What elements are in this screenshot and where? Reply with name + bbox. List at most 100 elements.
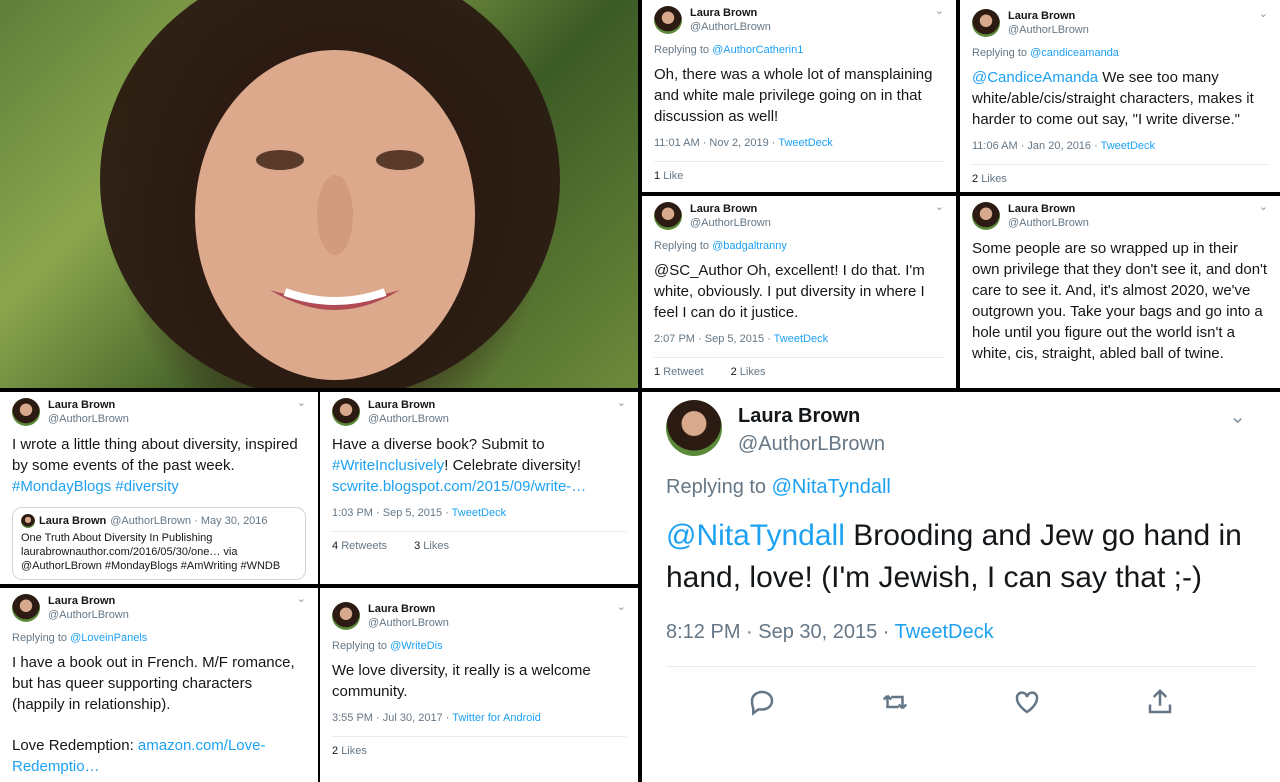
avatar[interactable] bbox=[654, 6, 682, 34]
author-handle[interactable]: @AuthorLBrown bbox=[690, 216, 771, 230]
tweet-card-3[interactable]: Laura Brown @AuthorLBrown ⌄ Replying to … bbox=[642, 196, 956, 388]
author-name[interactable]: Laura Brown bbox=[690, 6, 771, 20]
chevron-down-icon[interactable]: ⌄ bbox=[297, 396, 306, 409]
author-name[interactable]: Laura Brown bbox=[738, 402, 885, 430]
author-name[interactable]: Laura Brown bbox=[48, 594, 129, 608]
chevron-down-icon[interactable]: ⌄ bbox=[935, 4, 944, 17]
chevron-down-icon[interactable]: ⌄ bbox=[297, 592, 306, 605]
reply-to-link[interactable]: @NitaTyndall bbox=[772, 476, 891, 498]
likes-stat[interactable]: 1 Like bbox=[654, 170, 695, 182]
tweet-time[interactable]: 11:01 AM · Nov 2, 2019 · bbox=[654, 137, 778, 149]
author-handle[interactable]: @AuthorLBrown bbox=[48, 412, 129, 426]
avatar[interactable] bbox=[972, 202, 1000, 230]
tweet-meta: 3:55 PM · Jul 30, 2017 · Twitter for And… bbox=[332, 712, 626, 724]
tweet-source[interactable]: TweetDeck bbox=[452, 507, 506, 519]
avatar[interactable] bbox=[12, 594, 40, 622]
tweet-time[interactable]: 1:03 PM · Sep 5, 2015 · bbox=[332, 507, 452, 519]
author-name[interactable]: Laura Brown bbox=[690, 202, 771, 216]
mention-link[interactable]: @NitaTyndall bbox=[666, 519, 845, 552]
tweet-source[interactable]: TweetDeck bbox=[774, 333, 828, 345]
reply-prefix: Replying to bbox=[12, 632, 71, 644]
tweet-header: Laura Brown @AuthorLBrown ⌄ bbox=[654, 4, 944, 34]
tweet-card-4[interactable]: Laura Brown @AuthorLBrown ⌄ Some people … bbox=[960, 196, 1280, 388]
likes-label: Likes bbox=[423, 540, 449, 552]
tweet-actions bbox=[666, 667, 1256, 722]
tweet-card-6[interactable]: Laura Brown @AuthorLBrown ⌄ Have a diver… bbox=[320, 392, 638, 584]
reply-to-link[interactable]: @candiceamanda bbox=[1030, 47, 1119, 59]
heart-icon[interactable] bbox=[1012, 687, 1042, 722]
author-photo bbox=[0, 0, 638, 388]
tweet-card-2[interactable]: Laura Brown @AuthorLBrown ⌄ Replying to … bbox=[960, 0, 1280, 192]
tweet-meta: 2:07 PM · Sep 5, 2015 · TweetDeck bbox=[654, 333, 944, 345]
tweet-time[interactable]: 2:07 PM · Sep 5, 2015 · bbox=[654, 333, 774, 345]
chevron-down-icon[interactable]: ⌄ bbox=[935, 200, 944, 213]
avatar[interactable] bbox=[332, 398, 360, 426]
tweet-card-7[interactable]: Laura Brown @AuthorLBrown ⌄ Replying to … bbox=[0, 588, 318, 782]
retweets-stat[interactable]: 1 Retweet bbox=[654, 366, 716, 378]
reply-to-link[interactable]: @AuthorCatherin1 bbox=[712, 44, 803, 56]
quoted-tweet[interactable]: Laura Brown @AuthorLBrown · May 30, 2016… bbox=[12, 507, 306, 580]
author-name[interactable]: Laura Brown bbox=[368, 398, 449, 412]
tweet-source[interactable]: TweetDeck bbox=[778, 137, 832, 149]
tweet-time[interactable]: 8:12 PM · Sep 30, 2015 · bbox=[666, 621, 895, 643]
share-icon[interactable] bbox=[1145, 687, 1175, 722]
retweets-count: 1 bbox=[654, 366, 661, 378]
hashtag-link[interactable]: #WriteInclusively bbox=[332, 457, 444, 474]
tweet-time[interactable]: 3:55 PM · Jul 30, 2017 · bbox=[332, 712, 452, 724]
quoted-author-name: Laura Brown bbox=[39, 515, 107, 527]
likes-stat[interactable]: 2 Likes bbox=[731, 366, 778, 378]
author-handle[interactable]: @AuthorLBrown bbox=[1008, 23, 1089, 37]
mention-link[interactable]: @CandiceAmanda bbox=[972, 69, 1098, 86]
likes-label: Likes bbox=[341, 745, 367, 757]
chevron-down-icon[interactable]: ⌄ bbox=[1259, 200, 1268, 213]
url-link[interactable]: scwrite.blogspot.com/2015/09/write-… bbox=[332, 478, 586, 495]
author-handle[interactable]: @AuthorLBrown bbox=[368, 616, 449, 630]
author-name[interactable]: Laura Brown bbox=[1008, 202, 1089, 216]
hashtags[interactable]: #MondayBlogs #diversity bbox=[12, 478, 179, 495]
tweet-header: Laura Brown @AuthorLBrown ⌄ bbox=[12, 396, 306, 426]
tweet-meta: 8:12 PM · Sep 30, 2015 · TweetDeck bbox=[666, 621, 1256, 644]
tweet-card-8[interactable]: Laura Brown @AuthorLBrown ⌄ Replying to … bbox=[320, 588, 638, 782]
avatar[interactable] bbox=[972, 9, 1000, 37]
likes-stat[interactable]: 2 Likes bbox=[972, 173, 1019, 185]
avatar[interactable] bbox=[332, 602, 360, 630]
chevron-down-icon[interactable]: ⌄ bbox=[617, 396, 626, 409]
chevron-down-icon[interactable]: ⌄ bbox=[1229, 404, 1246, 429]
chevron-down-icon[interactable]: ⌄ bbox=[1259, 7, 1268, 20]
retweets-label: Retweets bbox=[341, 540, 388, 552]
tweet-text: Some people are so wrapped up in their o… bbox=[972, 240, 1268, 362]
avatar[interactable] bbox=[654, 202, 682, 230]
reply-to-link[interactable]: @WriteDis bbox=[390, 640, 443, 652]
avatar[interactable] bbox=[666, 400, 722, 456]
reply-to-link[interactable]: @LoveinPanels bbox=[70, 632, 147, 644]
tweet-card-large[interactable]: Laura Brown @AuthorLBrown ⌄ Replying to … bbox=[642, 392, 1280, 782]
avatar bbox=[21, 514, 35, 528]
author-handle[interactable]: @AuthorLBrown bbox=[690, 20, 771, 34]
likes-stat[interactable]: 3 Likes bbox=[414, 540, 461, 552]
tweet-header: Laura Brown @AuthorLBrown ⌄ bbox=[972, 200, 1268, 230]
tweet-source[interactable]: TweetDeck bbox=[1101, 140, 1155, 152]
author-name[interactable]: Laura Brown bbox=[1008, 9, 1089, 23]
author-handle[interactable]: @AuthorLBrown bbox=[738, 430, 885, 458]
tweet-time[interactable]: 11:06 AM · Jan 20, 2016 · bbox=[972, 140, 1101, 152]
tweet-header: Laura Brown @AuthorLBrown ⌄ bbox=[332, 600, 626, 630]
tweet-text: Have a diverse book? Submit to #WriteInc… bbox=[332, 434, 626, 497]
author-name[interactable]: Laura Brown bbox=[48, 398, 129, 412]
author-handle[interactable]: @AuthorLBrown bbox=[368, 412, 449, 426]
avatar[interactable] bbox=[12, 398, 40, 426]
likes-count: 2 bbox=[332, 745, 339, 757]
tweet-source[interactable]: TweetDeck bbox=[895, 621, 994, 643]
retweet-icon[interactable] bbox=[880, 687, 910, 722]
author-name[interactable]: Laura Brown bbox=[368, 602, 449, 616]
author-handle[interactable]: @AuthorLBrown bbox=[1008, 216, 1089, 230]
chevron-down-icon[interactable]: ⌄ bbox=[617, 600, 626, 613]
reply-icon[interactable] bbox=[747, 687, 777, 722]
tweet-source[interactable]: Twitter for Android bbox=[452, 712, 541, 724]
tweet-card-1[interactable]: Laura Brown @AuthorLBrown ⌄ Replying to … bbox=[642, 0, 956, 192]
reply-to-link[interactable]: @badgaltranny bbox=[712, 240, 787, 252]
tweet-card-5[interactable]: Laura Brown @AuthorLBrown ⌄ I wrote a li… bbox=[0, 392, 318, 584]
tweet-text: @CandiceAmanda We see too many white/abl… bbox=[972, 67, 1268, 130]
author-handle[interactable]: @AuthorLBrown bbox=[48, 608, 129, 622]
retweets-stat[interactable]: 4 Retweets bbox=[332, 540, 399, 552]
likes-stat[interactable]: 2 Likes bbox=[332, 745, 379, 757]
